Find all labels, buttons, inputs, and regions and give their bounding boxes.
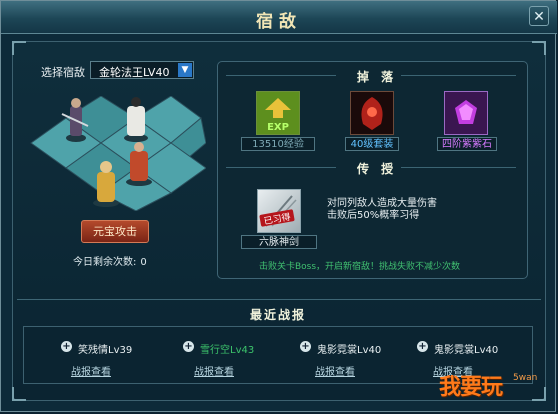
zoom-in-icon[interactable]: + — [61, 341, 72, 352]
enemy-select-value: 金轮法王LV40 — [99, 66, 170, 79]
enemy-window: 宿敌 ✕ 选择宿敌 金轮法王LV40 ▼ 元宝攻击 今日剩余次数: 0 掉 落 … — [0, 0, 557, 412]
zoom-in-icon[interactable]: + — [183, 341, 194, 352]
exp-icon[interactable]: EXP — [256, 91, 300, 135]
report-player-name: 笑残情Lv39 — [78, 345, 133, 356]
view-report-link[interactable]: 战报查看 — [315, 363, 355, 378]
boss-tip: 击败关卡Boss，开启新宿敌！挑战失败不减少次数 — [259, 262, 461, 272]
zoom-in-icon[interactable]: + — [417, 341, 428, 352]
chevron-down-icon[interactable]: ▼ — [178, 63, 192, 77]
enemy-monk-figure — [124, 97, 148, 142]
drops-title: 掉 落 — [357, 70, 398, 84]
remaining-label: 今日剩余次数: — [73, 257, 137, 268]
teach-title: 传 授 — [357, 162, 398, 176]
site-watermark-sub: 5wan — [513, 373, 538, 383]
skill-description: 对同列敌人造成大量伤害 击败后50%概率习得 — [327, 198, 437, 222]
view-report-link[interactable]: 战报查看 — [71, 363, 111, 378]
window-title: 宿敌 — [256, 12, 302, 32]
skill-name: 六脉神剑 — [241, 235, 317, 249]
remaining-count: 0 — [140, 257, 147, 268]
drop-label-armor: 40级套装 — [345, 137, 399, 151]
purple-gem-icon[interactable] — [444, 91, 488, 135]
title-bar: 宿敌 ✕ — [1, 1, 557, 34]
site-watermark: 我要玩 — [439, 375, 503, 400]
corner-ornament — [12, 41, 26, 55]
close-icon[interactable]: ✕ — [529, 6, 549, 26]
skill-desc-line: 对同列敌人造成大量伤害 — [327, 198, 437, 209]
divider-line — [226, 167, 336, 168]
select-enemy-label: 选择宿敌 — [41, 66, 85, 79]
corner-ornament — [12, 387, 26, 401]
corner-ornament — [532, 387, 546, 401]
corner-ornament — [532, 41, 546, 55]
remaining-attempts: 今日剩余次数: 0 — [73, 253, 147, 268]
sword-skill-icon[interactable]: 已习得 — [257, 189, 301, 233]
armor-icon[interactable] — [350, 91, 394, 135]
ingot-attack-button[interactable]: 元宝攻击 — [81, 220, 149, 243]
zoom-in-icon[interactable]: + — [300, 341, 311, 352]
divider-line — [226, 75, 336, 76]
divider-line — [401, 75, 516, 76]
battle-board — [30, 96, 206, 211]
skill-desc-line: 击败后50%概率习得 — [327, 210, 420, 221]
svg-text:EXP: EXP — [267, 122, 289, 133]
recent-reports-title: 最近战报 — [249, 308, 306, 322]
report-player-name: 鬼影霓裳Lv40 — [317, 345, 382, 356]
drop-label-gem: 四阶紫紫石 — [437, 137, 497, 151]
report-player-name: 鬼影霓裳Lv40 — [434, 345, 499, 356]
report-player-name: 雪行空Lv43 — [200, 345, 255, 356]
section-divider — [17, 299, 541, 300]
view-report-link[interactable]: 战报查看 — [194, 363, 234, 378]
divider-line — [401, 167, 516, 168]
drop-label-exp: 13510经验 — [241, 137, 315, 151]
enemy-select[interactable]: 金轮法王LV40 ▼ — [90, 61, 194, 79]
